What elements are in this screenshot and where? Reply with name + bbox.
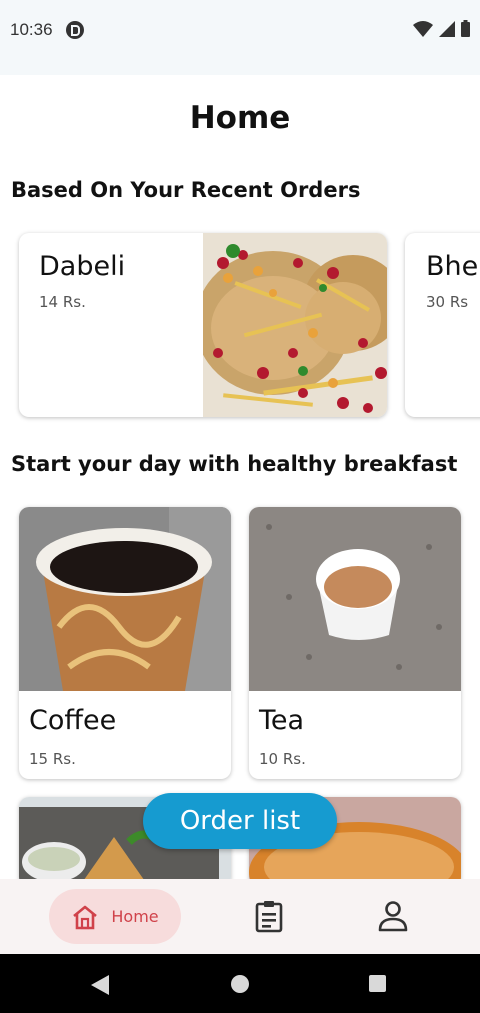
item-name: Dabeli: [39, 251, 126, 282]
signal-icon: [439, 20, 455, 37]
battery-icon: [461, 20, 470, 37]
nav-home-label: Home: [111, 907, 159, 926]
item-name: Coffee: [29, 705, 117, 736]
breakfast-card-tea[interactable]: Tea 10 Rs.: [249, 507, 461, 779]
dabeli-image: [203, 233, 387, 417]
page-title: Home: [189, 100, 291, 136]
item-price: 30 Rs: [426, 293, 469, 311]
item-price: 15 Rs.: [29, 750, 76, 768]
nav-home[interactable]: Home: [49, 889, 181, 944]
status-time: 10:36: [10, 20, 53, 39]
breakfast-card-coffee[interactable]: Coffee 15 Rs.: [19, 507, 231, 779]
recent-order-card-bhel[interactable]: Bhe 30 Rs: [405, 233, 480, 417]
tea-image: [249, 507, 461, 691]
status-bar: 10:36: [0, 0, 480, 75]
recent-order-card-dabeli[interactable]: Dabeli 14 Rs.: [19, 233, 387, 417]
recents-button[interactable]: [369, 975, 386, 992]
home-button[interactable]: [231, 975, 249, 993]
order-list-button[interactable]: Order list: [143, 793, 337, 849]
back-icon[interactable]: [91, 975, 109, 995]
wifi-icon: [413, 20, 433, 37]
status-icons: [413, 20, 470, 37]
coffee-image: [19, 507, 231, 691]
item-price: 10 Rs.: [259, 750, 306, 768]
bottom-nav: Home: [0, 879, 480, 954]
recent-orders-heading: Based On Your Recent Orders: [11, 178, 361, 202]
item-name: Tea: [259, 705, 305, 736]
system-nav-bar: [0, 954, 480, 1013]
item-price: 14 Rs.: [39, 293, 86, 311]
breakfast-heading: Start your day with healthy breakfast: [11, 452, 458, 476]
p-icon: [66, 21, 84, 39]
home-icon: [73, 905, 98, 929]
profile-icon[interactable]: [378, 900, 408, 932]
item-name: Bhe: [426, 251, 479, 282]
orders-icon[interactable]: [253, 899, 285, 933]
